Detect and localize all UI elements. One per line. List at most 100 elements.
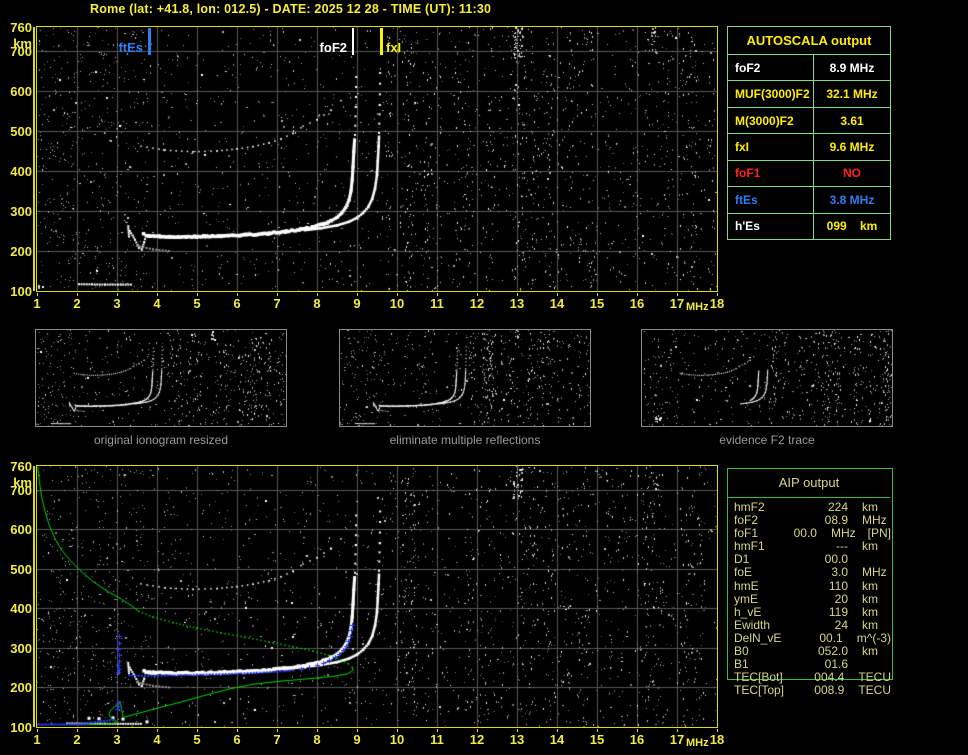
annotation-label-fxI: fxI [386, 40, 402, 55]
x-tick-mark [357, 729, 358, 732]
x-tick-label: 3 [113, 732, 121, 747]
aip-row-label: Ewidth [734, 617, 771, 632]
x-tick-label: 13 [509, 732, 525, 747]
y-tick-label: 300 [10, 204, 32, 219]
thumbnail-caption-original: original ionogram resized [93, 433, 229, 447]
annotation-label-foF2: foF2 [319, 40, 347, 55]
aip-header-divider [728, 497, 890, 498]
autoscala-row-value: 3.61 [840, 113, 864, 128]
x-tick-label: 8 [313, 296, 321, 311]
x-tick-mark [277, 293, 278, 296]
annotation-line-fxI [380, 28, 383, 55]
bottom-ionogram-canvas [37, 466, 717, 727]
autoscala-table-rows: foF2 8.9 MHz MUF(3000)F2 32.1 MHz M(3000)F2 3… [728, 55, 890, 239]
aip-row-label: h_vE [734, 604, 762, 619]
x-tick-mark [717, 729, 718, 732]
x-tick-label: 1 [33, 732, 41, 747]
x-tick-label: 11 [430, 296, 444, 311]
autoscala-row-label: foF1 [728, 160, 814, 187]
x-tick-mark [597, 293, 598, 296]
x-tick-mark [677, 293, 678, 296]
bottom-ionogram-plot [36, 465, 718, 728]
y-axis-unit-label: km [13, 36, 32, 51]
x-tick-mark [437, 293, 438, 296]
aip-row-unit: km [862, 617, 878, 632]
x-axis-unit-label: MHz [686, 737, 709, 749]
top-ionogram-canvas [37, 27, 717, 291]
aip-row-B0: B0 052.0 km [727, 644, 891, 659]
x-tick-mark [597, 729, 598, 732]
autoscala-row-value: 9.6 MHz [829, 139, 875, 154]
autoscala-row-value: 3.8 MHz [829, 192, 875, 207]
x-tick-mark [397, 729, 398, 732]
x-tick-mark [717, 293, 718, 296]
aip-row-value: 20 [834, 591, 848, 606]
aip-row-unit: km [862, 644, 878, 659]
autoscala-row-h'Es: h'Es 099 km [728, 213, 890, 239]
x-tick-mark [317, 729, 318, 732]
x-tick-label: 15 [589, 296, 605, 311]
aip-row-unit: km [862, 604, 878, 619]
x-tick-label: 13 [509, 296, 525, 311]
x-tick-mark [37, 729, 38, 732]
x-tick-label: 6 [233, 732, 241, 747]
y-tick-label: 200 [10, 244, 32, 259]
y-tick-label: 300 [10, 640, 32, 656]
aip-row-TEC[Top]: TEC[Top] 008.9 TECU [727, 684, 891, 697]
autoscala-row-MUF(3000)F2: MUF(3000)F2 32.1 MHz [728, 81, 890, 108]
thumbnail-evidence-canvas [642, 330, 892, 426]
aip-row-value: 119 [828, 604, 848, 619]
aip-row-label: ymE [734, 591, 758, 606]
x-tick-label: 10 [389, 296, 405, 311]
aip-row-h_vE: h_vE 119 km [727, 604, 891, 619]
x-tick-label: 12 [469, 732, 485, 747]
y-tick-label: 500 [10, 124, 32, 139]
x-tick-label: 7 [273, 732, 281, 747]
x-tick-mark [637, 293, 638, 296]
aip-table-header: AIP output [778, 475, 840, 490]
aip-row-hmF1: hmF1 --- km [727, 540, 891, 553]
thumbnail-original-canvas [36, 330, 286, 426]
x-tick-label: 5 [193, 296, 201, 311]
autoscala-table-header: AUTOSCALA output [728, 27, 890, 55]
x-tick-label: 16 [629, 296, 645, 311]
x-tick-label: 12 [469, 296, 485, 311]
x-tick-mark [517, 293, 518, 296]
aip-row-value: 008.9 [814, 683, 845, 698]
x-tick-mark [277, 729, 278, 732]
autoscala-row-fxI: fxI 9.6 MHz [728, 134, 890, 161]
x-tick-mark [557, 729, 558, 732]
annotation-line-foF2 [352, 28, 354, 55]
x-tick-mark [397, 293, 398, 296]
thumbnail-eliminate-canvas [340, 330, 590, 426]
x-tick-mark [237, 293, 238, 296]
x-tick-label: 15 [589, 732, 605, 747]
x-tick-mark [157, 293, 158, 296]
autoscala-row-label: ftEs [728, 187, 814, 213]
autoscala-screen: Rome (lat: +41.8, lon: 012.5) - DATE: 20… [0, 0, 968, 755]
thumbnail-caption-evidence: evidence F2 trace [719, 433, 815, 447]
thumbnail-eliminate-reflections [339, 329, 591, 427]
y-axis-spine [33, 466, 35, 727]
x-tick-label: 5 [193, 732, 201, 747]
y-tick-label: 400 [10, 601, 32, 617]
y-tick-label: 760 [10, 20, 32, 35]
x-tick-mark [517, 729, 518, 732]
x-tick-mark [477, 729, 478, 732]
y-axis-spine [33, 27, 35, 291]
x-tick-label: 2 [73, 732, 81, 747]
x-tick-label: 9 [353, 296, 361, 311]
aip-row-value: 24 [834, 617, 848, 632]
aip-row-label: foE [734, 565, 753, 580]
y-axis-unit-label: km [13, 475, 32, 490]
x-tick-mark [77, 293, 78, 296]
autoscala-row-label: h'Es [728, 213, 814, 239]
autoscala-row-ftEs: ftEs 3.8 MHz [728, 187, 890, 214]
x-tick-mark [637, 729, 638, 732]
aip-row-Ewidth: Ewidth 24 km [727, 617, 891, 632]
autoscala-row-value: NO [843, 166, 861, 181]
x-tick-label: 14 [549, 296, 565, 311]
y-tick-label: 500 [10, 561, 32, 577]
x-tick-label: 8 [313, 732, 321, 747]
y-tick-label: 600 [10, 84, 32, 99]
